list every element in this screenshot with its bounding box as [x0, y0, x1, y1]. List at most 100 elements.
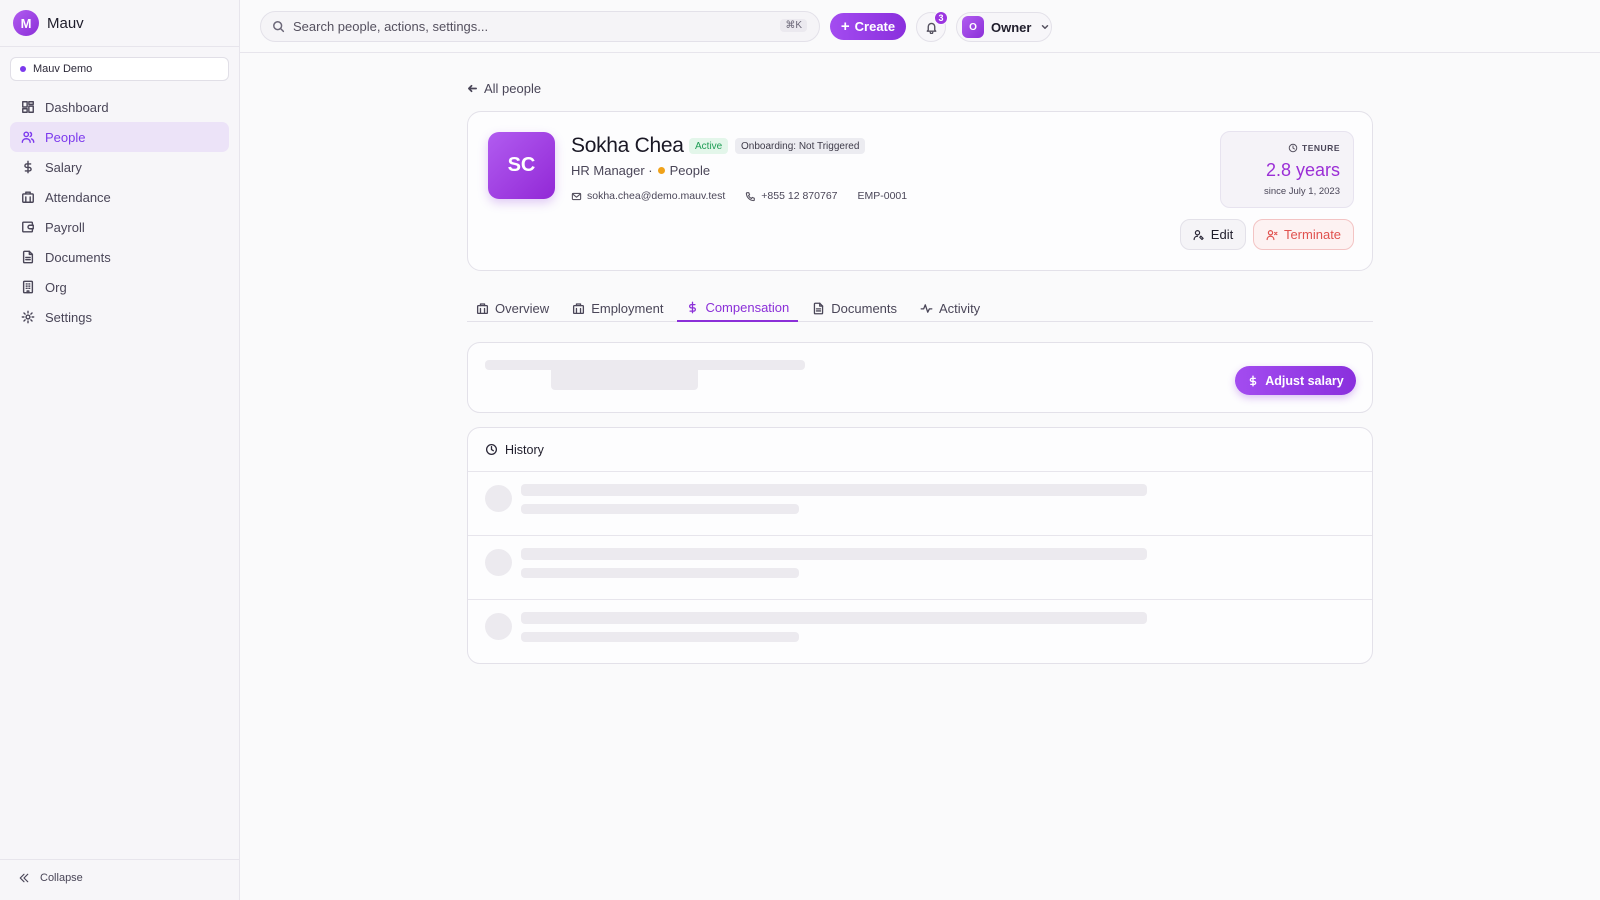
collapse-button[interactable]: Collapse — [18, 872, 83, 884]
tab-activity[interactable]: Activity — [911, 295, 989, 322]
brand-logo: M — [13, 10, 39, 36]
brand-name: Mauv — [47, 14, 84, 32]
edit-button[interactable]: Edit — [1180, 219, 1246, 250]
user-menu[interactable]: O Owner — [956, 12, 1052, 42]
search-shortcut: ⌘K — [780, 19, 807, 32]
history-header: History — [468, 428, 1372, 472]
back-link-label: All people — [484, 81, 542, 96]
skeleton-avatar — [485, 485, 512, 512]
tenure-label: TENURE — [1288, 143, 1340, 153]
contact-line: sokha.chea@demo.mauv.test +855 12 870767… — [571, 190, 907, 202]
sidebar-item-label: Payroll — [45, 219, 85, 235]
skeleton-avatar — [485, 613, 512, 640]
tab-label: Documents — [831, 301, 898, 316]
divider — [0, 46, 240, 47]
sidebar-item-people[interactable]: People — [10, 122, 229, 152]
sidebar-item-org[interactable]: Org — [10, 272, 229, 302]
edit-label: Edit — [1210, 227, 1234, 242]
user-x-icon — [1266, 229, 1278, 240]
profile-card: SC Sokha Chea Active Onboarding: Not Tri… — [467, 111, 1373, 271]
sidebar-item-dashboard[interactable]: Dashboard — [10, 92, 229, 122]
phone-icon — [746, 191, 756, 201]
dollar-icon — [1250, 374, 1257, 387]
adjust-salary-label: Adjust salary — [1265, 373, 1344, 388]
mail-icon — [571, 192, 582, 200]
sidebar-item-label: Documents — [45, 249, 111, 265]
job-title: HR Manager · — [571, 163, 653, 178]
notifications-button[interactable]: 3 — [916, 11, 948, 42]
tenure-since: since July 1, 2023 — [1263, 186, 1340, 197]
status-badge: Active — [689, 138, 729, 154]
avatar: O — [962, 16, 984, 38]
tenure-label-text: TENURE — [1302, 143, 1340, 153]
workspace-name: Mauv Demo — [33, 63, 93, 75]
org-icon — [22, 280, 34, 294]
document-icon — [814, 302, 824, 315]
history-title: History — [505, 442, 544, 457]
user-edit-icon — [1193, 229, 1204, 240]
sidebar-item-salary[interactable]: Salary — [10, 152, 229, 182]
chevron-down-icon — [1042, 25, 1049, 29]
email-link[interactable]: sokha.chea@demo.mauv.test — [587, 190, 725, 202]
sidebar-item-payroll[interactable]: Payroll — [10, 212, 229, 242]
adjust-salary-button[interactable]: Adjust salary — [1235, 366, 1356, 395]
tab-label: Activity — [939, 301, 981, 316]
sidebar-item-attendance[interactable]: Attendance — [10, 182, 229, 212]
phone-link[interactable]: +855 12 870767 — [761, 190, 837, 202]
create-button[interactable]: + Create — [830, 13, 906, 40]
skeleton-line — [521, 568, 799, 578]
skeleton-row — [468, 600, 1372, 663]
skeleton-row — [468, 536, 1372, 600]
collapse-label: Collapse — [40, 872, 83, 884]
role-line: HR Manager · People — [571, 163, 710, 178]
gear-icon — [21, 310, 35, 324]
plus-icon: + — [840, 18, 850, 35]
terminate-label: Terminate — [1283, 227, 1342, 242]
tab-documents[interactable]: Documents — [803, 295, 906, 322]
tab-compensation[interactable]: Compensation — [677, 295, 799, 322]
create-label: Create — [854, 19, 896, 34]
sidebar-item-label: People — [45, 129, 86, 145]
person-name: Sokha Chea — [571, 134, 684, 157]
back-to-people-link[interactable]: All people — [467, 81, 541, 96]
arrow-left-icon — [468, 84, 477, 93]
sidebar-item-label: Org — [45, 279, 67, 295]
salary-history-card: History — [467, 427, 1373, 664]
wallet-icon — [22, 221, 34, 233]
profile-avatar: SC — [488, 132, 555, 199]
skeleton-line — [521, 504, 799, 514]
skeleton-line — [521, 548, 1147, 560]
tab-overview[interactable]: Overview — [467, 295, 558, 322]
notification-count-badge: 3 — [934, 11, 948, 25]
sidebar-item-settings[interactable]: Settings — [10, 302, 229, 332]
dashboard-icon — [22, 101, 34, 113]
skeleton-line — [521, 632, 799, 642]
chevrons-left-icon — [19, 873, 29, 883]
skeleton-line — [521, 612, 1147, 624]
profile-tabs: Overview Employment Compensation Documen… — [467, 295, 1373, 322]
attendance-icon — [22, 191, 34, 203]
sidebar-item-label: Dashboard — [45, 99, 109, 115]
sidebar-nav: Dashboard People Salary Attendance Payro… — [10, 92, 229, 332]
sidebar: M Mauv Mauv Demo Dashboard People Salary… — [0, 0, 240, 900]
tenure-card: TENURE 2.8 years since July 1, 2023 — [1220, 131, 1354, 208]
terminate-button[interactable]: Terminate — [1253, 219, 1354, 250]
divider — [0, 859, 240, 860]
tab-label: Compensation — [705, 300, 790, 315]
workspace-dot-icon — [20, 66, 26, 72]
tab-employment[interactable]: Employment — [563, 295, 672, 322]
search-bar[interactable]: ⌘K — [260, 11, 820, 42]
brand[interactable]: M Mauv — [13, 10, 84, 36]
sidebar-item-documents[interactable]: Documents — [10, 242, 229, 272]
clock-icon — [485, 443, 498, 456]
activity-icon — [920, 304, 933, 313]
tab-label: Employment — [591, 301, 664, 316]
search-input[interactable] — [293, 19, 773, 34]
workspace-switcher[interactable]: Mauv Demo — [10, 57, 229, 81]
skeleton-amount — [551, 360, 698, 390]
tenure-value: 2.8 years — [1265, 160, 1340, 180]
current-salary-card: Adjust salary — [467, 342, 1373, 413]
briefcase-icon — [573, 303, 585, 315]
dollar-icon — [24, 160, 32, 174]
briefcase-icon — [476, 303, 489, 315]
